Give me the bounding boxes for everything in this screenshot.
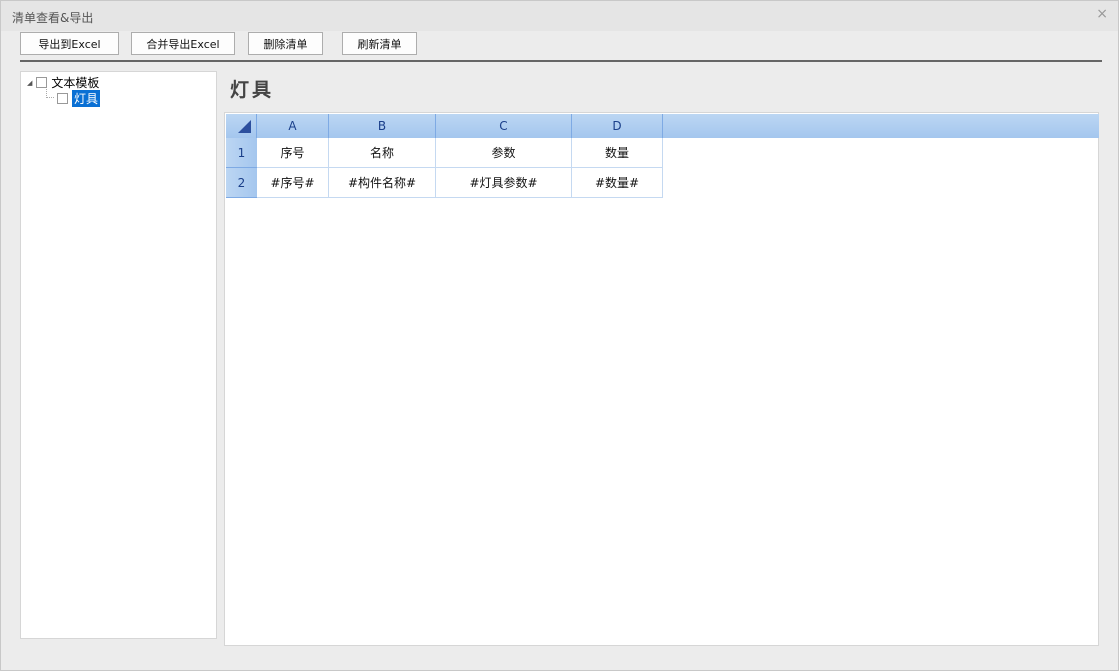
cell-d2[interactable]: #数量# [572,168,663,198]
column-header-b[interactable]: B [329,114,436,138]
tree-node-root[interactable]: ◢ 文本模板 [27,74,99,91]
row-header-1[interactable]: 1 [226,138,257,168]
delete-list-button[interactable]: 删除清单 [248,32,323,55]
cell-c2[interactable]: #灯具参数# [436,168,572,198]
tree-checkbox[interactable] [57,93,68,104]
select-all-corner[interactable] [226,114,257,138]
cell-a2[interactable]: #序号# [257,168,329,198]
corner-triangle-icon [237,119,251,133]
cell-b1[interactable]: 名称 [329,138,436,168]
row-header-2[interactable]: 2 [226,168,257,198]
expand-arrow-icon[interactable]: ◢ [27,79,32,87]
spreadsheet[interactable]: A B C D 1 序号 名称 参数 数量 2 #序号# #构件名称# #灯具参… [224,112,1099,646]
tree-node-label: 灯具 [72,90,101,107]
tree-node-label: 文本模板 [51,76,100,90]
tree-connector [46,89,54,98]
column-header-c[interactable]: C [436,114,572,138]
template-tree: ◢ 文本模板 灯具 [20,71,217,639]
page-title: 灯具 [230,79,275,101]
tree-node-child[interactable]: 灯具 [57,90,101,107]
tree-checkbox[interactable] [36,77,48,88]
toolbar-divider [20,60,1102,62]
column-header-a[interactable]: A [257,114,329,138]
window-title: 清单查看&导出 [12,11,94,25]
merge-export-excel-button[interactable]: 合并导出Excel [131,32,235,55]
column-header-d[interactable]: D [572,114,663,138]
title-bar: 清单查看&导出 × [1,1,1118,31]
cell-d1[interactable]: 数量 [572,138,663,168]
cell-b2[interactable]: #构件名称# [329,168,436,198]
close-icon[interactable]: × [1096,6,1108,22]
cell-a1[interactable]: 序号 [257,138,329,168]
cell-c1[interactable]: 参数 [436,138,572,168]
refresh-list-button[interactable]: 刷新清单 [342,32,417,55]
export-excel-button[interactable]: 导出到Excel [20,32,119,55]
